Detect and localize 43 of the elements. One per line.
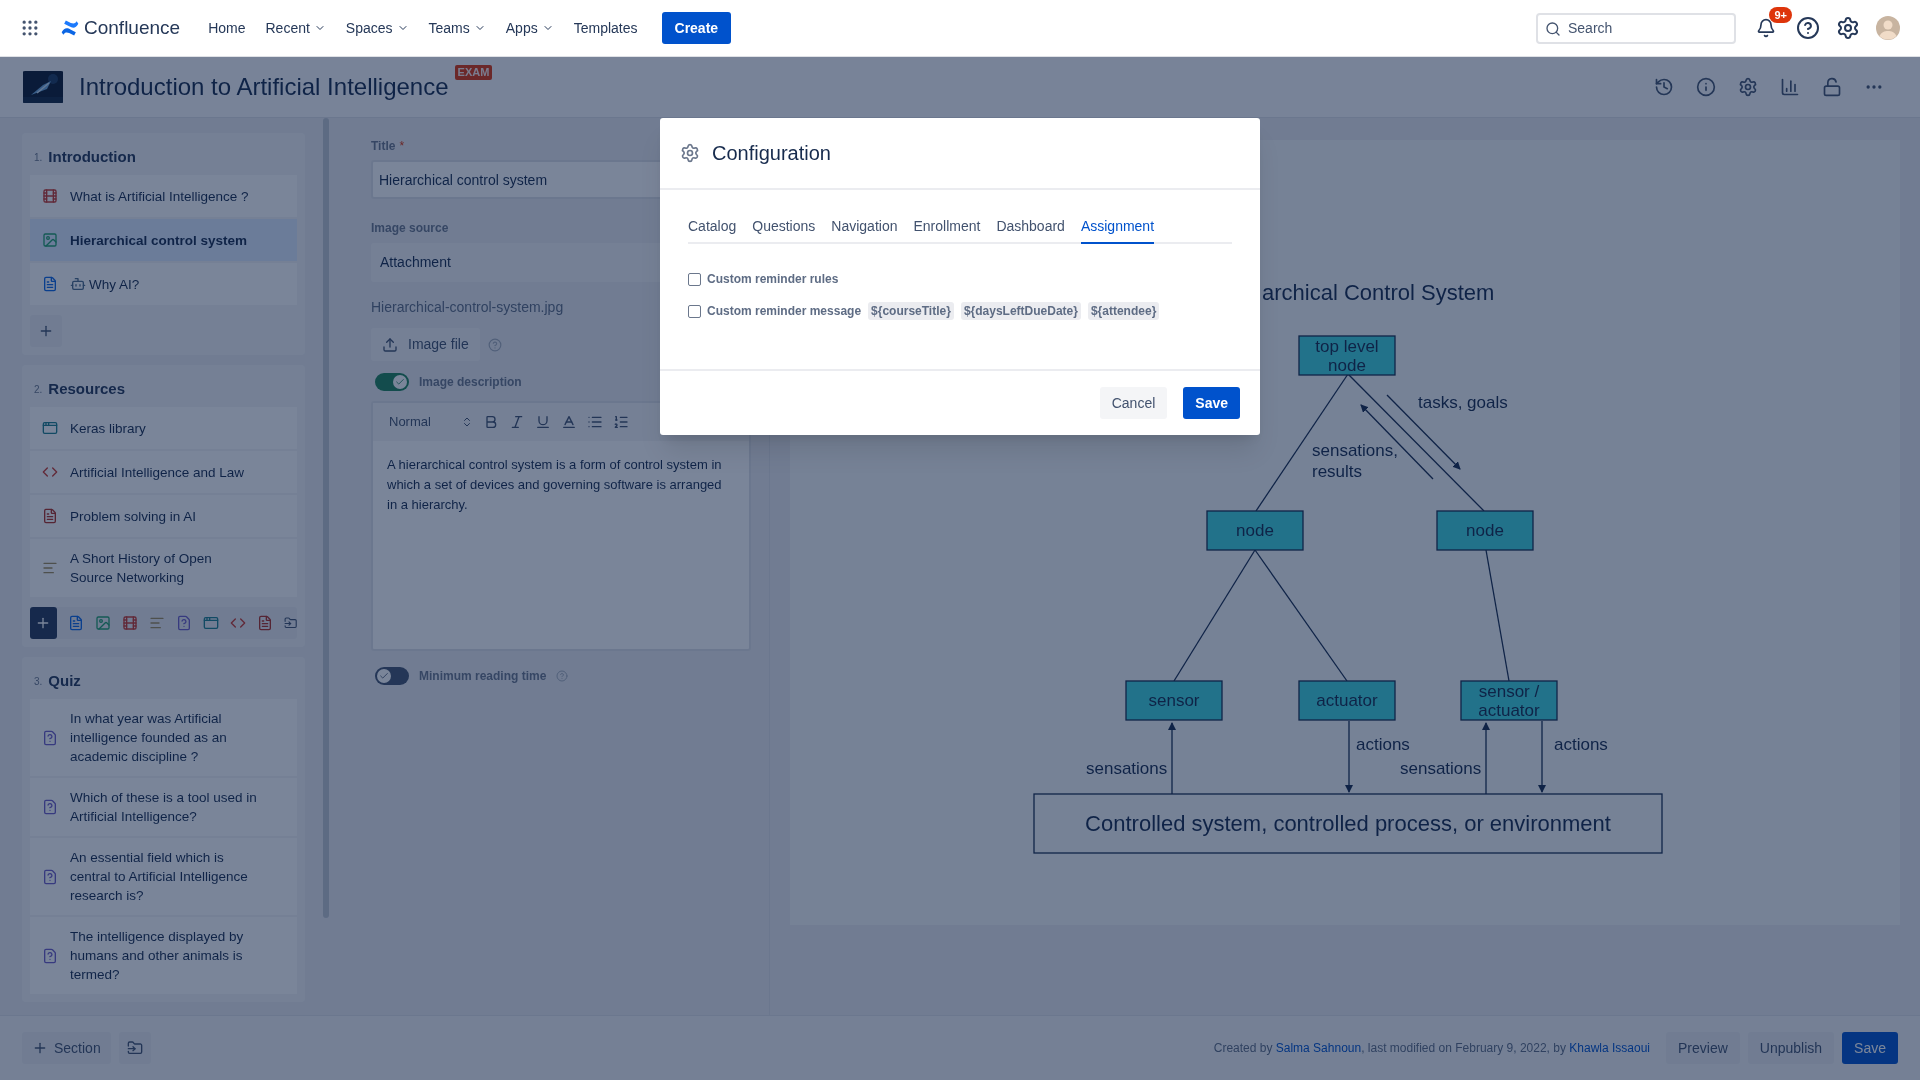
- field-label: Title: [371, 138, 396, 155]
- edge-label: sensations: [1400, 759, 1482, 778]
- edge-label: sensations: [1086, 759, 1168, 778]
- page-title: Introduction to Artificial Intelligence: [79, 72, 449, 102]
- lesson-title: The intelligence displayed by humans and other animals is termed?: [70, 928, 245, 984]
- lesson-title: Which of these is a tool used in Artificial Intelligence?: [70, 789, 257, 826]
- page-metadata: Created by Salma Sahnoun, last modified on February 9, 2022, by Khawla Issaoui: [1213, 1040, 1650, 1057]
- checkbox-label: Custom reminder message: [707, 303, 862, 320]
- section-number: 1.: [34, 150, 43, 165]
- lesson-title: Artificial Intelligence and Law: [70, 463, 245, 482]
- required-mark: *: [399, 138, 405, 155]
- edge-label: sensations, results: [1312, 441, 1398, 481]
- description-text: A hierarchical control system is a form of control system in which a set of devices and governing software is arranged in a hierarchy.: [386, 456, 723, 514]
- lesson-title: Keras library: [70, 419, 146, 438]
- lesson-title: In what year was Artificial intelligence founded as an academic discipline ?: [70, 710, 228, 766]
- variable-tag: ${courseTitle}: [868, 302, 954, 320]
- field-label: Image source: [371, 220, 449, 237]
- section-number: 2.: [34, 382, 43, 397]
- toggle-label: Image description: [419, 374, 522, 391]
- edge-label: tasks, goals: [1418, 393, 1508, 412]
- environment-box: Controlled system, controlled process, or environment: [1033, 793, 1663, 854]
- diagram-title: archical Control System: [1262, 280, 1495, 305]
- variable-tag: ${attendee}: [1087, 302, 1160, 320]
- diagram-node: sensor / actuator: [1460, 680, 1558, 721]
- diagram-node: top level node: [1298, 335, 1396, 376]
- lesson-title: Problem solving in AI: [70, 507, 197, 526]
- edge-label: actions: [1554, 735, 1608, 754]
- section-number: 3.: [34, 674, 43, 689]
- diagram-node: sensor: [1125, 680, 1223, 721]
- lesson-title: A Short History of Open Source Networking: [70, 550, 213, 587]
- diagram-node: node: [1206, 510, 1304, 551]
- lesson-title: What is Artificial Intelligence ?: [70, 187, 249, 206]
- edge-label: actions: [1356, 735, 1410, 754]
- notification-count: 9+: [1769, 7, 1792, 23]
- diagram-node: actuator: [1298, 680, 1396, 721]
- lesson-title: An essential field which is central to Artificial Intelligence research is?: [70, 849, 249, 905]
- diagram-node: node: [1436, 510, 1534, 551]
- exam-badge: EXAM: [454, 65, 493, 80]
- lesson-title: Hierarchical control system: [70, 231, 248, 250]
- file-name: Hierarchical-control-system.jpg: [371, 298, 564, 317]
- variable-tag: ${daysLeftDueDate}: [960, 302, 1081, 320]
- lesson-title: Why AI?: [89, 275, 140, 294]
- toggle-label: Minimum reading time: [419, 668, 547, 685]
